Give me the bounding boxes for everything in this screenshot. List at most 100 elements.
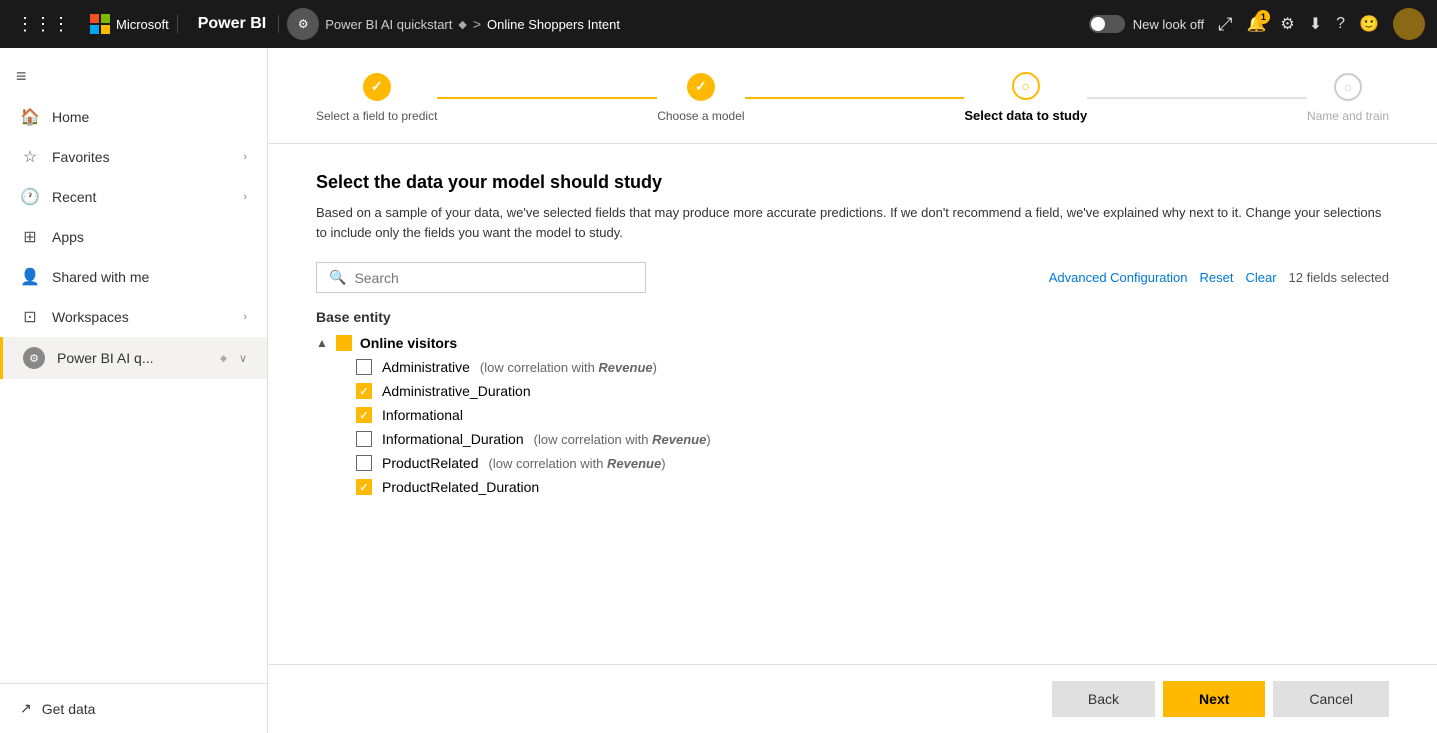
workspaces-icon: ⊡: [20, 307, 40, 327]
field-checkbox-product-related[interactable]: [356, 455, 372, 471]
step-label-name-train: Name and train: [1307, 109, 1389, 123]
field-checkbox-product-related-duration[interactable]: [356, 479, 372, 495]
workspace-avatar[interactable]: ⚙: [287, 8, 319, 40]
step-circle-name-train: ○: [1334, 73, 1362, 101]
chevron-right-icon: ›: [243, 311, 247, 323]
recent-icon: 🕐: [20, 187, 40, 207]
field-checkbox-administrative[interactable]: [356, 359, 372, 375]
powerbi-brand: Power BI: [186, 15, 279, 33]
feedback-icon[interactable]: 🙂: [1359, 14, 1379, 34]
shared-icon: 👤: [20, 267, 40, 287]
progress-line-3: [1087, 97, 1307, 99]
advanced-config-link[interactable]: Advanced Configuration: [1049, 270, 1188, 285]
chevron-down-icon: ∨: [239, 352, 247, 365]
field-item-informational: Informational: [356, 407, 1389, 423]
field-name-administrative-duration: Administrative_Duration: [382, 383, 531, 399]
help-icon[interactable]: ?: [1336, 15, 1345, 33]
breadcrumb-workspace[interactable]: Power BI AI quickstart: [325, 17, 452, 32]
field-note-product-related: (low correlation with Revenue): [489, 456, 666, 471]
sidebar-item-powerbi-ai[interactable]: ⚙ Power BI AI q... ◆ ∨: [0, 337, 267, 379]
expand-icon[interactable]: ⤢: [1218, 14, 1232, 35]
user-avatar[interactable]: [1393, 8, 1425, 40]
waffle-icon[interactable]: ⋮⋮⋮: [12, 10, 74, 39]
field-checkbox-informational[interactable]: [356, 407, 372, 423]
field-note-informational-duration: (low correlation with Revenue): [534, 432, 711, 447]
sidebar-toggle[interactable]: ≡: [0, 56, 267, 97]
settings-icon[interactable]: ⚙: [1280, 14, 1294, 34]
sidebar-item-favorites[interactable]: ☆ Favorites ›: [0, 137, 267, 177]
field-checkbox-informational-duration[interactable]: [356, 431, 372, 447]
get-data-arrow-icon: ↗: [20, 700, 32, 717]
chevron-right-icon: ›: [243, 191, 247, 203]
sidebar-item-workspaces-label: Workspaces: [52, 309, 231, 325]
top-nav: ⋮⋮⋮ Microsoft Power BI ⚙ Power BI AI qui…: [0, 0, 1437, 48]
search-input[interactable]: [354, 270, 633, 286]
fields-selected-count: 12 fields selected: [1289, 270, 1389, 285]
clear-link[interactable]: Clear: [1245, 270, 1276, 285]
progress-steps: ✓ Select a field to predict ✓ Choose a m…: [316, 72, 1389, 123]
ms-logo-icon: [90, 14, 110, 34]
notif-badge: 1: [1256, 10, 1270, 24]
toggle-knob: [1091, 17, 1105, 31]
sidebar-item-recent-label: Recent: [52, 189, 231, 205]
step-circle-select-data: ○: [1012, 72, 1040, 100]
section-description: Based on a sample of your data, we've se…: [316, 203, 1389, 242]
main-layout: ≡ 🏠 Home ☆ Favorites › 🕐 Recent › ⊞ Apps…: [0, 48, 1437, 733]
step-label-select-data: Select data to study: [964, 108, 1087, 123]
diamond-icon: ◆: [220, 353, 227, 364]
step-label-select-field: Select a field to predict: [316, 109, 437, 123]
sidebar-item-powerbi-ai-label: Power BI AI q...: [57, 350, 208, 366]
back-button[interactable]: Back: [1052, 681, 1155, 717]
field-item-informational-duration: Informational_Duration (low correlation …: [356, 431, 1389, 447]
step-circle-select-field: ✓: [363, 73, 391, 101]
field-item-administrative-duration: Administrative_Duration: [356, 383, 1389, 399]
breadcrumb: ⚙ Power BI AI quickstart ◆ > Online Shop…: [287, 8, 1081, 40]
step-circle-choose-model: ✓: [687, 73, 715, 101]
search-icon: 🔍: [329, 269, 346, 286]
sidebar-item-apps-label: Apps: [52, 229, 247, 245]
field-note-administrative: (low correlation with Revenue): [480, 360, 657, 375]
sidebar-item-home-label: Home: [52, 109, 247, 125]
home-icon: 🏠: [20, 107, 40, 127]
entity-group: ▲ Online visitors Administrative (low co…: [316, 335, 1389, 495]
new-look-toggle-wrap[interactable]: New look off: [1089, 15, 1204, 33]
microsoft-logo[interactable]: Microsoft: [82, 14, 178, 34]
next-button[interactable]: Next: [1163, 681, 1265, 717]
powerbi-ai-workspace-icon: ⚙: [23, 347, 45, 369]
field-checkbox-administrative-duration[interactable]: [356, 383, 372, 399]
advanced-links: Advanced Configuration Reset Clear 12 fi…: [1049, 270, 1389, 285]
cancel-button[interactable]: Cancel: [1273, 681, 1389, 717]
get-data-label: Get data: [42, 701, 96, 717]
notifications-icon[interactable]: 🔔 1: [1247, 14, 1267, 34]
field-name-product-related-duration: ProductRelated_Duration: [382, 479, 539, 495]
progress-line-2: [745, 97, 965, 99]
sidebar-item-shared[interactable]: 👤 Shared with me: [0, 257, 267, 297]
reset-link[interactable]: Reset: [1200, 270, 1234, 285]
entity-name: Online visitors: [360, 335, 457, 351]
collapse-icon[interactable]: ▲: [316, 336, 328, 350]
breadcrumb-diamond-icon: ◆: [458, 18, 466, 31]
step-select-data: ○ Select data to study: [964, 72, 1087, 123]
field-item-product-related-duration: ProductRelated_Duration: [356, 479, 1389, 495]
breadcrumb-separator: >: [473, 16, 481, 32]
field-name-informational: Informational: [382, 407, 463, 423]
section-title: Select the data your model should study: [316, 172, 1389, 193]
sidebar-item-workspaces[interactable]: ⊡ Workspaces ›: [0, 297, 267, 337]
field-item-administrative: Administrative (low correlation with Rev…: [356, 359, 1389, 375]
sidebar-item-apps[interactable]: ⊞ Apps: [0, 217, 267, 257]
get-data-button[interactable]: ↗ Get data: [20, 700, 247, 717]
search-box[interactable]: 🔍: [316, 262, 646, 293]
base-entity-label: Base entity: [316, 309, 1389, 325]
step-name-train: ○ Name and train: [1307, 73, 1389, 123]
field-name-informational-duration: Informational_Duration: [382, 431, 524, 447]
search-row: 🔍 Advanced Configuration Reset Clear 12 …: [316, 262, 1389, 293]
new-look-label: New look off: [1133, 17, 1204, 32]
download-icon[interactable]: ⬇: [1309, 14, 1322, 34]
new-look-toggle[interactable]: [1089, 15, 1125, 33]
field-name-product-related: ProductRelated: [382, 455, 479, 471]
sidebar: ≡ 🏠 Home ☆ Favorites › 🕐 Recent › ⊞ Apps…: [0, 48, 268, 733]
apps-icon: ⊞: [20, 227, 40, 247]
sidebar-item-recent[interactable]: 🕐 Recent ›: [0, 177, 267, 217]
sidebar-item-home[interactable]: 🏠 Home: [0, 97, 267, 137]
topnav-right: New look off ⤢ 🔔 1 ⚙ ⬇ ? 🙂: [1089, 8, 1425, 40]
